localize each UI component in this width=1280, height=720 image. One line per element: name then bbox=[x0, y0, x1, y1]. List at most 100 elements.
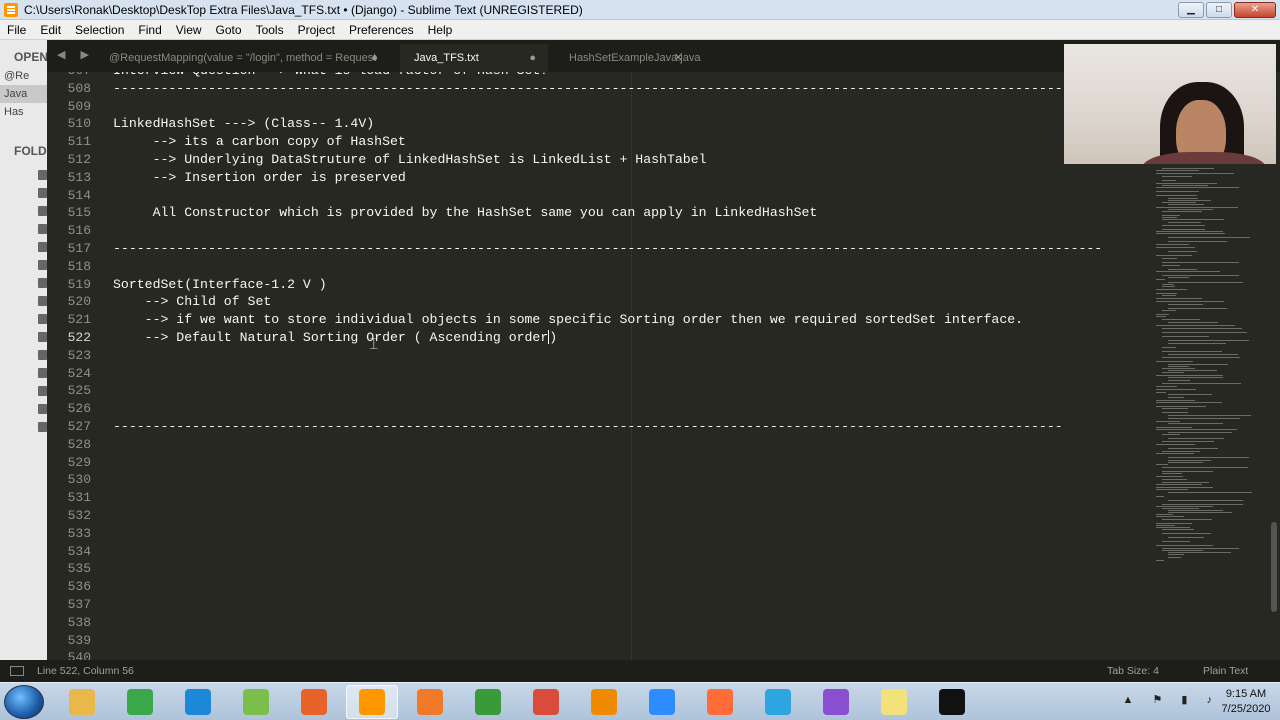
code-line[interactable]: Interview Question --> what is load fact… bbox=[113, 72, 1102, 80]
minimize-button[interactable]: ▁ bbox=[1178, 2, 1204, 18]
folder-icon[interactable] bbox=[38, 170, 47, 180]
code-line[interactable] bbox=[113, 471, 1102, 489]
taskbar-app-circle[interactable] bbox=[114, 685, 166, 719]
code-line[interactable]: SortedSet(Interface-1.2 V ) bbox=[113, 276, 1102, 294]
code-line[interactable] bbox=[113, 507, 1102, 525]
editor-pane[interactable]: 5075085095105115125135145155165175185195… bbox=[47, 72, 1140, 660]
code-line[interactable] bbox=[113, 382, 1102, 400]
code-line[interactable]: --> its a carbon copy of HashSet bbox=[113, 133, 1102, 151]
folder-icon[interactable] bbox=[38, 368, 47, 378]
menu-file[interactable]: File bbox=[2, 23, 31, 37]
folder-icon[interactable] bbox=[38, 422, 47, 432]
code-line[interactable] bbox=[113, 222, 1102, 240]
folder-icon[interactable] bbox=[38, 206, 47, 216]
code-line[interactable] bbox=[113, 632, 1102, 650]
code-line[interactable] bbox=[113, 525, 1102, 543]
code-line[interactable] bbox=[113, 187, 1102, 205]
code-area[interactable]: Interview Question --> what is load fact… bbox=[113, 72, 1102, 660]
code-line[interactable]: LinkedHashSet ---> (Class-- 1.4V) bbox=[113, 115, 1102, 133]
syntax-indicator[interactable]: Plain Text bbox=[1203, 665, 1248, 677]
sidebar-open-file[interactable]: Java bbox=[0, 85, 47, 103]
code-line[interactable]: ----------------------------------------… bbox=[113, 80, 1102, 98]
sidebar: OPEN @Re Java Has FOLD bbox=[0, 40, 47, 660]
code-line[interactable] bbox=[113, 560, 1102, 578]
menu-tools[interactable]: Tools bbox=[251, 23, 289, 37]
system-tray[interactable]: ▲ ⚑ ▮ ♪ bbox=[1123, 693, 1220, 706]
code-line[interactable] bbox=[113, 649, 1102, 660]
menu-selection[interactable]: Selection bbox=[70, 23, 129, 37]
code-line[interactable]: --> if we want to store individual objec… bbox=[113, 311, 1102, 329]
maximize-button[interactable]: □ bbox=[1206, 2, 1232, 18]
menu-help[interactable]: Help bbox=[423, 23, 458, 37]
folder-icon[interactable] bbox=[38, 350, 47, 360]
panel-toggle-icon[interactable] bbox=[10, 666, 24, 676]
menu-edit[interactable]: Edit bbox=[35, 23, 66, 37]
code-line[interactable] bbox=[113, 400, 1102, 418]
folder-icon[interactable] bbox=[38, 332, 47, 342]
folder-icon[interactable] bbox=[38, 296, 47, 306]
taskbar-clock[interactable]: 9:15 AM 7/25/2020 bbox=[1218, 687, 1274, 717]
code-line[interactable]: --> Underlying DataStruture of LinkedHas… bbox=[113, 151, 1102, 169]
folder-icon[interactable] bbox=[38, 386, 47, 396]
code-line[interactable] bbox=[113, 258, 1102, 276]
taskbar-file-explorer[interactable] bbox=[56, 685, 108, 719]
menu-project[interactable]: Project bbox=[293, 23, 340, 37]
taskbar-sublime-text[interactable] bbox=[346, 685, 398, 719]
code-line[interactable]: --> Child of Set bbox=[113, 293, 1102, 311]
menu-preferences[interactable]: Preferences bbox=[344, 23, 419, 37]
code-line[interactable]: --> Default Natural Sorting Order ( Asce… bbox=[113, 329, 1102, 347]
taskbar-cmd[interactable] bbox=[926, 685, 978, 719]
taskbar-chrome[interactable] bbox=[520, 685, 572, 719]
code-line[interactable] bbox=[113, 98, 1102, 116]
tab-scroll-arrows-icon[interactable]: ◀ ▶ bbox=[57, 48, 95, 61]
scrollbar-thumb[interactable] bbox=[1271, 522, 1277, 612]
folder-icon[interactable] bbox=[38, 242, 47, 252]
code-line[interactable] bbox=[113, 489, 1102, 507]
folder-icon[interactable] bbox=[38, 224, 47, 234]
minimap-line bbox=[1162, 548, 1239, 549]
modified-dot-icon[interactable]: ● bbox=[371, 44, 378, 72]
taskbar-vlc[interactable] bbox=[578, 685, 630, 719]
taskbar-xampp[interactable] bbox=[404, 685, 456, 719]
folder-icon[interactable] bbox=[38, 278, 47, 288]
sidebar-open-file[interactable]: Has bbox=[0, 103, 47, 121]
menu-view[interactable]: View bbox=[171, 23, 207, 37]
code-line[interactable] bbox=[113, 543, 1102, 561]
taskbar-sticky-notes[interactable] bbox=[868, 685, 920, 719]
modified-dot-icon[interactable]: ● bbox=[529, 44, 536, 72]
code-line[interactable] bbox=[113, 365, 1102, 383]
folder-icon[interactable] bbox=[38, 314, 47, 324]
code-line[interactable] bbox=[113, 596, 1102, 614]
menu-find[interactable]: Find bbox=[133, 23, 166, 37]
code-line[interactable]: ----------------------------------------… bbox=[113, 418, 1102, 436]
code-line[interactable]: ----------------------------------------… bbox=[113, 240, 1102, 258]
code-line[interactable] bbox=[113, 436, 1102, 454]
taskbar-zoom[interactable] bbox=[636, 685, 688, 719]
code-line[interactable]: --> Insertion order is preserved bbox=[113, 169, 1102, 187]
tab-size-indicator[interactable]: Tab Size: 4 bbox=[1107, 665, 1159, 677]
minimap-line bbox=[1156, 514, 1173, 515]
tab-java-tfs[interactable]: Java_TFS.txt ● bbox=[400, 44, 548, 72]
close-tab-icon[interactable]: ✕ bbox=[674, 44, 683, 72]
taskbar-telegram[interactable] bbox=[752, 685, 804, 719]
folder-icon[interactable] bbox=[38, 404, 47, 414]
code-line[interactable] bbox=[113, 347, 1102, 365]
taskbar-notepad-plus[interactable] bbox=[230, 685, 282, 719]
sidebar-open-file[interactable]: @Re bbox=[0, 67, 47, 85]
tab-request-mapping[interactable]: @RequestMapping(value = "/login", method… bbox=[95, 44, 390, 72]
folder-icon[interactable] bbox=[38, 260, 47, 270]
taskbar-vscode[interactable] bbox=[172, 685, 224, 719]
folder-icon[interactable] bbox=[38, 188, 47, 198]
taskbar-postman[interactable] bbox=[694, 685, 746, 719]
code-line[interactable] bbox=[113, 614, 1102, 632]
taskbar-visual-studio[interactable] bbox=[810, 685, 862, 719]
menu-goto[interactable]: Goto bbox=[211, 23, 247, 37]
close-button[interactable]: ✕ bbox=[1234, 2, 1276, 18]
start-button[interactable] bbox=[4, 685, 44, 719]
tab-hashset-example[interactable]: HashSetExampleJava.java ✕ bbox=[555, 44, 700, 72]
code-line[interactable] bbox=[113, 578, 1102, 596]
code-line[interactable] bbox=[113, 454, 1102, 472]
code-line[interactable]: All Constructor which is provided by the… bbox=[113, 204, 1102, 222]
taskbar-git-kraken[interactable] bbox=[462, 685, 514, 719]
taskbar-firefox[interactable] bbox=[288, 685, 340, 719]
